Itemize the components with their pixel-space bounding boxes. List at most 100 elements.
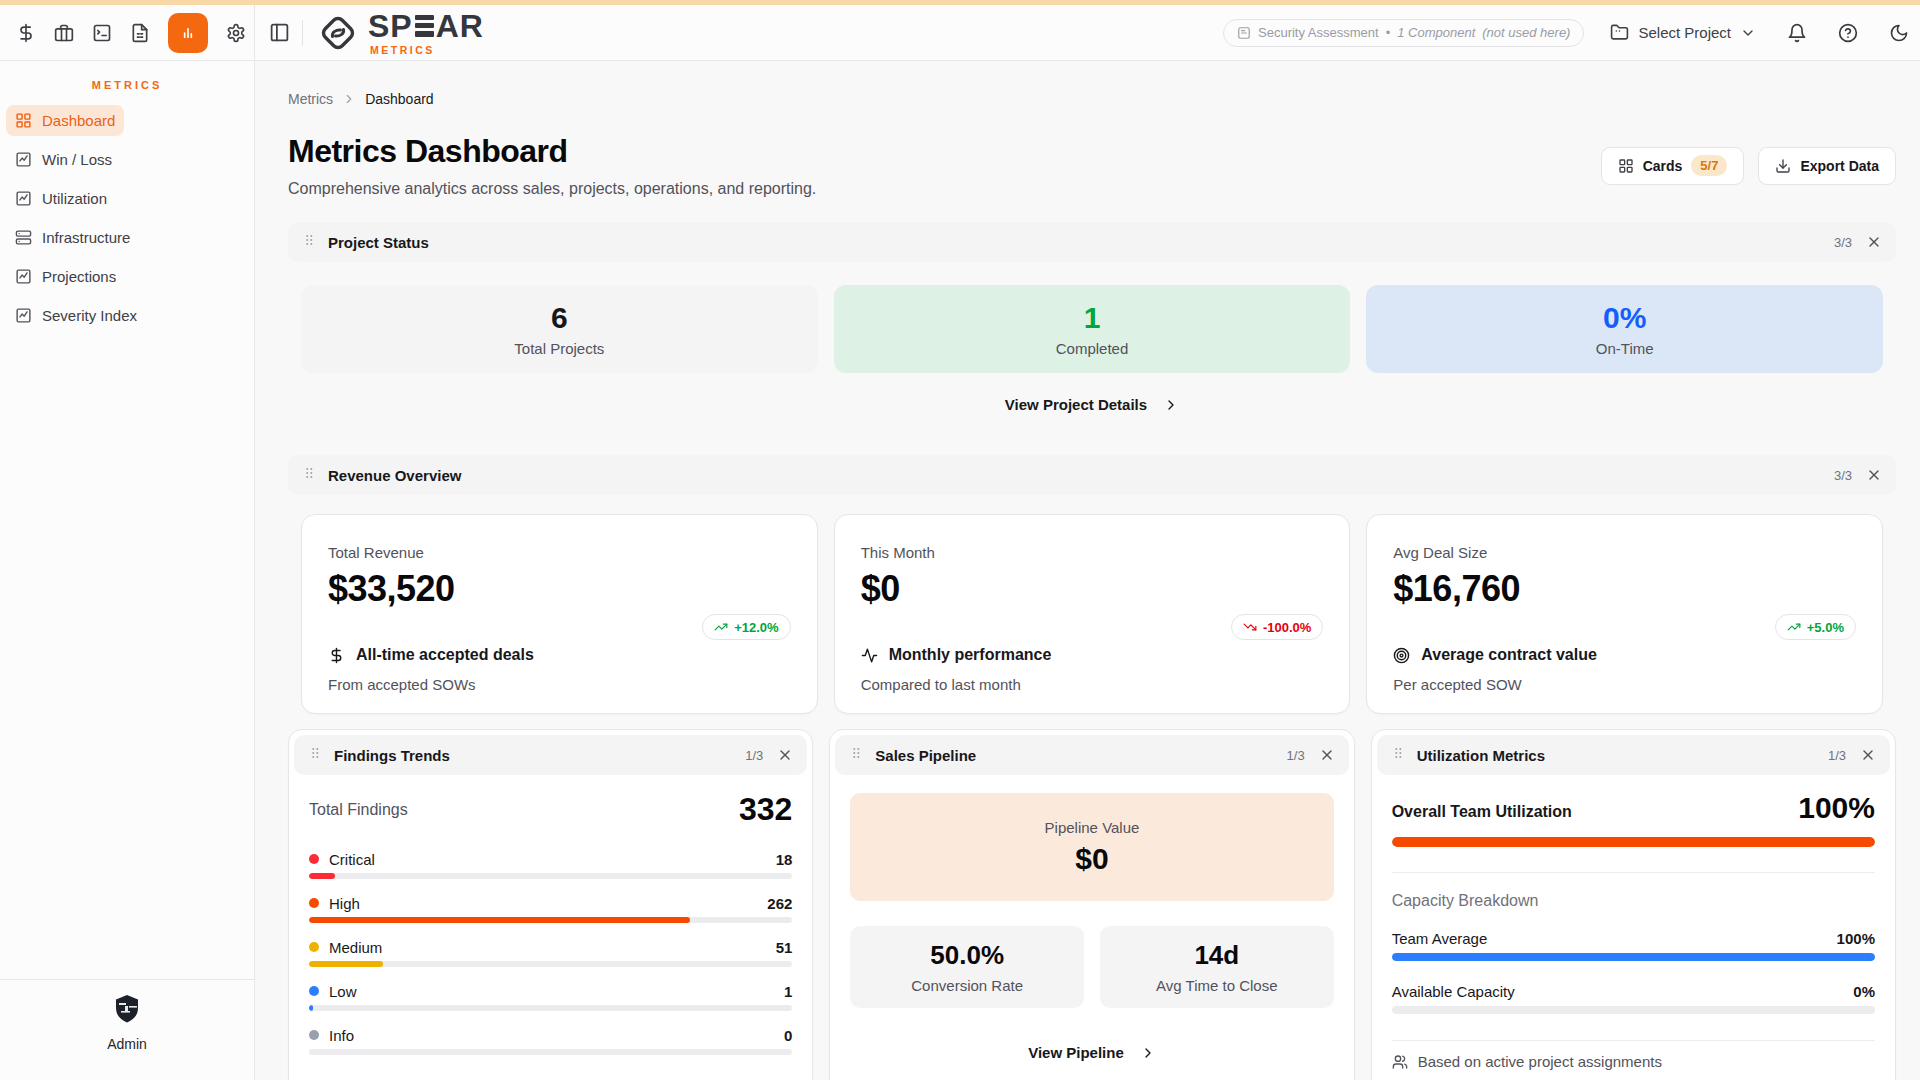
drag-handle-icon[interactable] bbox=[302, 464, 316, 486]
help-icon[interactable] bbox=[1838, 23, 1858, 43]
severity-label: Info bbox=[329, 1027, 354, 1044]
severity-bar bbox=[309, 1005, 792, 1011]
sidebar-item-infrastructure[interactable]: Infrastructure bbox=[6, 222, 139, 253]
pipeline-value-panel: Pipeline Value $0 bbox=[850, 793, 1333, 901]
cards-button[interactable]: Cards 5/7 bbox=[1601, 147, 1745, 185]
capacity-bar bbox=[1392, 1006, 1875, 1014]
breadcrumb-root[interactable]: Metrics bbox=[288, 91, 333, 107]
brand-subtitle: METRICS bbox=[370, 45, 435, 56]
severity-bar bbox=[309, 873, 792, 879]
trend-badge: +12.0% bbox=[702, 614, 790, 640]
total-findings-label: Total Findings bbox=[309, 801, 408, 819]
cards-button-label: Cards bbox=[1643, 158, 1683, 174]
briefcase-icon[interactable] bbox=[54, 23, 74, 43]
severity-label: Medium bbox=[329, 939, 382, 956]
header-divider bbox=[302, 20, 303, 46]
user-menu[interactable]: Admin bbox=[0, 979, 254, 1080]
notifications-bell-icon[interactable] bbox=[1787, 23, 1807, 43]
capacity-bar bbox=[1392, 953, 1875, 961]
pipeline-value-label: Pipeline Value bbox=[1045, 819, 1140, 836]
sidebar-item-label: Utilization bbox=[42, 190, 107, 207]
page-subtitle: Comprehensive analytics across sales, pr… bbox=[288, 180, 816, 198]
assessment-note: (not used here) bbox=[1482, 25, 1570, 40]
severity-dot bbox=[309, 898, 319, 908]
metric-value: $16,760 bbox=[1393, 568, 1856, 610]
trend-badge: +5.0% bbox=[1775, 614, 1856, 640]
widget-header-pipeline: Sales Pipeline 1/3 bbox=[835, 735, 1348, 775]
severity-label: High bbox=[329, 895, 360, 912]
settings-icon[interactable] bbox=[226, 23, 246, 43]
widget-header-findings: Findings Trends 1/3 bbox=[294, 735, 807, 775]
trend-value: -100.0% bbox=[1263, 620, 1311, 635]
widget-counter: 3/3 bbox=[1834, 235, 1852, 250]
severity-count: 0 bbox=[784, 1027, 792, 1044]
close-icon[interactable] bbox=[777, 747, 793, 763]
stat-value: 50.0% bbox=[930, 940, 1004, 971]
severity-count: 51 bbox=[776, 939, 793, 956]
overall-utilization-bar bbox=[1392, 837, 1875, 847]
assessment-context-pill[interactable]: Security Assessment • 1 Component (not u… bbox=[1223, 19, 1584, 47]
stat-card-completed: 1 Completed bbox=[834, 285, 1351, 373]
trend-value: +5.0% bbox=[1807, 620, 1844, 635]
widget-title: Sales Pipeline bbox=[875, 747, 976, 764]
sidebar-item-severity-index[interactable]: Severity Index bbox=[6, 300, 146, 331]
layout-grid-icon bbox=[15, 112, 32, 129]
sidebar-item-dashboard[interactable]: Dashboard bbox=[6, 105, 124, 136]
panel-toggle-icon[interactable] bbox=[269, 22, 290, 43]
project-status-stats: 6 Total Projects 1 Completed 0% On-Time bbox=[301, 285, 1883, 373]
capacity-row-team-average: Team Average 100% bbox=[1392, 928, 1875, 948]
severity-bar bbox=[309, 1049, 792, 1055]
severity-count: 18 bbox=[776, 851, 793, 868]
sidebar-item-utilization[interactable]: Utilization bbox=[6, 183, 116, 214]
sidebar-item-label: Projections bbox=[42, 268, 116, 285]
activity-icon bbox=[861, 647, 878, 664]
drag-handle-icon[interactable] bbox=[308, 744, 322, 766]
close-icon[interactable] bbox=[1319, 747, 1335, 763]
folder-icon bbox=[1610, 23, 1629, 42]
pipeline-value: $0 bbox=[1075, 842, 1108, 876]
drag-handle-icon[interactable] bbox=[302, 231, 316, 253]
bar-chart-icon[interactable] bbox=[168, 13, 208, 53]
terminal-icon[interactable] bbox=[92, 23, 112, 43]
export-data-button[interactable]: Export Data bbox=[1758, 147, 1896, 185]
revenue-card-avg-deal: Avg Deal Size $16,760 +5.0% Average cont… bbox=[1366, 514, 1883, 714]
widget-sales-pipeline: Sales Pipeline 1/3 Pipeline Value $0 50.… bbox=[829, 729, 1354, 1080]
severity-dot bbox=[309, 854, 319, 864]
stat-label: Completed bbox=[1056, 340, 1129, 357]
sidebar-item-projections[interactable]: Projections bbox=[6, 261, 125, 292]
metric-value: $0 bbox=[861, 568, 1324, 610]
metric-meta-label: Monthly performance bbox=[889, 646, 1052, 664]
dollar-icon bbox=[328, 647, 345, 664]
trending-down-icon bbox=[1243, 620, 1257, 634]
close-icon[interactable] bbox=[1866, 234, 1882, 250]
export-button-label: Export Data bbox=[1800, 158, 1879, 174]
dark-mode-moon-icon[interactable] bbox=[1889, 23, 1909, 43]
target-icon bbox=[1393, 647, 1410, 664]
widget-header-utilization: Utilization Metrics 1/3 bbox=[1377, 735, 1890, 775]
view-pipeline-link[interactable]: View Pipeline bbox=[1028, 1044, 1156, 1061]
widget-counter: 1/3 bbox=[1828, 748, 1846, 763]
metric-value: $33,520 bbox=[328, 568, 791, 610]
server-icon bbox=[15, 229, 32, 246]
view-link-label: View Project Details bbox=[1005, 396, 1147, 413]
footnote-text: Based on active project assignments bbox=[1418, 1053, 1662, 1070]
dollar-icon[interactable] bbox=[16, 23, 36, 43]
close-icon[interactable] bbox=[1866, 467, 1882, 483]
select-project-dropdown[interactable]: Select Project bbox=[1610, 23, 1756, 42]
severity-count: 1 bbox=[784, 983, 792, 1000]
drag-handle-icon[interactable] bbox=[1391, 744, 1405, 766]
chart-icon bbox=[15, 268, 32, 285]
avatar bbox=[111, 993, 143, 1025]
view-project-details-link[interactable]: View Project Details bbox=[1005, 396, 1179, 413]
close-icon[interactable] bbox=[1860, 747, 1876, 763]
sidebar: METRICS Dashboard Win / Loss Utilization… bbox=[0, 61, 255, 1080]
file-icon[interactable] bbox=[130, 23, 150, 43]
severity-label: Low bbox=[329, 983, 357, 1000]
utilization-footnote: Based on active project assignments bbox=[1392, 1053, 1875, 1070]
finding-row-low: Low 1 bbox=[309, 980, 792, 1011]
sidebar-item-label: Infrastructure bbox=[42, 229, 130, 246]
sidebar-item-win-loss[interactable]: Win / Loss bbox=[6, 144, 121, 175]
drag-handle-icon[interactable] bbox=[849, 744, 863, 766]
widget-counter: 1/3 bbox=[745, 748, 763, 763]
metric-meta-label: All-time accepted deals bbox=[356, 646, 534, 664]
